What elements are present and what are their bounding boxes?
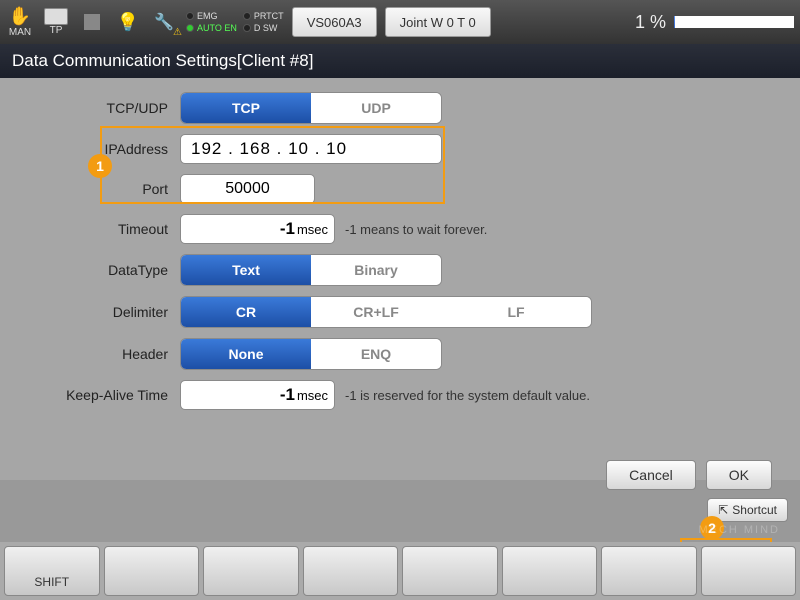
- keepalive-label: Keep-Alive Time: [30, 387, 180, 403]
- stop-icon[interactable]: [78, 8, 106, 36]
- annotation-badge-1: 1: [88, 154, 112, 178]
- settings-panel: TCP/UDP TCP UDP IPAddress 192 . 168 . 10…: [0, 78, 800, 480]
- timeout-input[interactable]: -1 msec: [180, 214, 335, 244]
- binary-option[interactable]: Binary: [311, 255, 441, 285]
- man-mode-icon[interactable]: ✋MAN: [6, 8, 34, 36]
- speed-bar[interactable]: [674, 16, 794, 28]
- none-option[interactable]: None: [181, 339, 311, 369]
- text-option[interactable]: Text: [181, 255, 311, 285]
- dialog-buttons: Cancel OK: [0, 460, 800, 490]
- crlf-option[interactable]: CR+LF: [311, 297, 441, 327]
- shift-softkey[interactable]: SHIFT: [4, 546, 100, 596]
- header-label: Header: [30, 346, 180, 362]
- top-status-bar: ✋MAN TP 💡 🔧⚠ EMG PRTCT AUTO EN D SW VS06…: [0, 0, 800, 44]
- cr-option[interactable]: CR: [181, 297, 311, 327]
- model-button[interactable]: VS060A3: [292, 7, 377, 37]
- datatype-label: DataType: [30, 262, 180, 278]
- softkey-bar: SHIFT: [0, 542, 800, 600]
- speed-percent: 1 %: [635, 12, 666, 33]
- timeout-hint: -1 means to wait forever.: [345, 222, 487, 237]
- enq-option[interactable]: ENQ: [311, 339, 441, 369]
- lightbulb-icon[interactable]: 💡: [114, 8, 142, 36]
- highlight-box-1: [100, 126, 445, 204]
- cancel-button[interactable]: Cancel: [606, 460, 696, 490]
- tcpudp-segmented[interactable]: TCP UDP: [180, 92, 442, 124]
- delimiter-segmented[interactable]: CR CR+LF LF: [180, 296, 592, 328]
- timeout-label: Timeout: [30, 221, 180, 237]
- header-segmented[interactable]: None ENQ: [180, 338, 442, 370]
- ok-button[interactable]: OK: [706, 460, 772, 490]
- tcp-option[interactable]: TCP: [181, 93, 311, 123]
- softkey-5[interactable]: [402, 546, 498, 596]
- shortcut-icon: ⇱: [718, 503, 728, 517]
- softkey-7[interactable]: [601, 546, 697, 596]
- watermark: MECH MIND: [698, 524, 780, 536]
- tcpudp-label: TCP/UDP: [30, 100, 180, 116]
- softkey-6[interactable]: [502, 546, 598, 596]
- softkey-8[interactable]: [701, 546, 797, 596]
- lf-option[interactable]: LF: [441, 297, 591, 327]
- status-leds: EMG PRTCT AUTO EN D SW: [186, 11, 284, 33]
- delimiter-label: Delimiter: [30, 304, 180, 320]
- keepalive-hint: -1 is reserved for the system default va…: [345, 388, 590, 403]
- softkey-4[interactable]: [303, 546, 399, 596]
- softkey-3[interactable]: [203, 546, 299, 596]
- warning-icon: ⚠: [173, 27, 182, 38]
- joint-button[interactable]: Joint W 0 T 0: [385, 7, 491, 37]
- udp-option[interactable]: UDP: [311, 93, 441, 123]
- page-title: Data Communication Settings[Client #8]: [0, 44, 800, 78]
- softkey-2[interactable]: [104, 546, 200, 596]
- keepalive-input[interactable]: -1 msec: [180, 380, 335, 410]
- tp-icon[interactable]: TP: [42, 8, 70, 36]
- tools-icon[interactable]: 🔧⚠: [150, 8, 178, 36]
- datatype-segmented[interactable]: Text Binary: [180, 254, 442, 286]
